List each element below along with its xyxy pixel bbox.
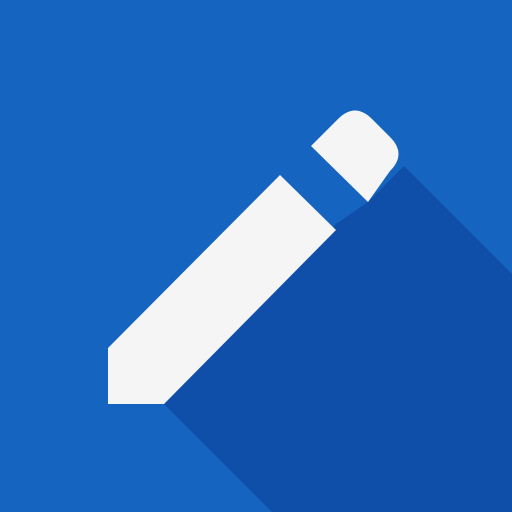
pencil-edit-icon <box>0 0 512 512</box>
app-icon <box>0 0 512 512</box>
